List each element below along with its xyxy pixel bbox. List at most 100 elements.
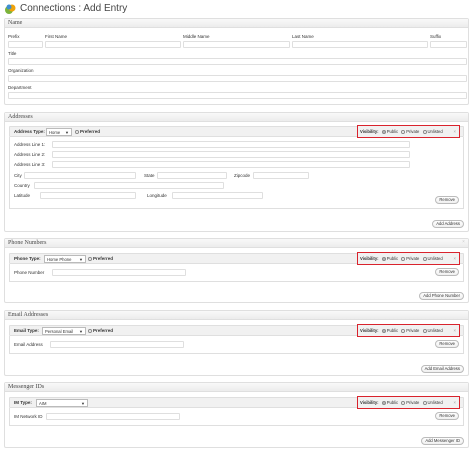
phone-type-select[interactable]: Home Phone ▼ xyxy=(44,255,86,263)
email-remove-button[interactable]: Remove xyxy=(435,340,459,348)
address-line2-input[interactable] xyxy=(52,151,410,158)
close-icon[interactable]: × xyxy=(454,129,456,134)
organization-label: Organization xyxy=(8,68,34,73)
visibility-public[interactable]: Public xyxy=(381,328,398,333)
address-line1-input[interactable] xyxy=(52,141,410,148)
visibility-label: Visibility: xyxy=(360,256,379,261)
email-type-bar: Email Type: Personal Email ▼ Preferred Vi… xyxy=(9,324,464,337)
close-icon[interactable]: × xyxy=(454,400,456,405)
visibility-private[interactable]: Private xyxy=(401,328,419,333)
preferred-radio[interactable] xyxy=(88,328,92,333)
prefix-input[interactable] xyxy=(8,41,43,48)
email-preferred[interactable]: Preferred xyxy=(88,328,113,333)
addresses-panel-heading: Addresses xyxy=(5,113,468,122)
suffix-input[interactable] xyxy=(430,41,467,48)
phone-number-label: Phone Number xyxy=(14,270,45,275)
add-email-address-button[interactable]: Add Email Address xyxy=(420,365,464,373)
chevron-down-icon: ▼ xyxy=(79,329,83,334)
country-label: Country xyxy=(14,183,30,188)
preferred-radio[interactable] xyxy=(75,129,79,134)
messenger-panel: Messenger IDs IM Type: AIM ▼ Visibility: … xyxy=(4,382,469,448)
last-name-input[interactable] xyxy=(292,41,428,48)
email-type-select[interactable]: Personal Email ▼ xyxy=(42,327,86,335)
im-type-select[interactable]: AIM ▼ xyxy=(36,399,88,407)
chevron-down-icon: ▼ xyxy=(79,257,83,262)
address-line3-input[interactable] xyxy=(52,161,410,168)
phone-number-input[interactable] xyxy=(52,269,186,276)
address-type-bar: Address Type: Home ▼ Preferred Visibility… xyxy=(9,125,464,138)
first-name-input[interactable] xyxy=(45,41,181,48)
prefix-label: Prefix xyxy=(8,34,20,39)
address-preferred[interactable]: Preferred xyxy=(75,129,100,134)
visibility-unlisted[interactable]: Unlisted xyxy=(422,400,443,405)
latitude-label: Latitude xyxy=(14,193,31,198)
connections-logo-icon xyxy=(5,4,16,14)
zipcode-label: Zipcode xyxy=(234,173,251,178)
city-label: City xyxy=(14,173,22,178)
address-remove-button[interactable]: Remove xyxy=(435,196,459,204)
email-panel-heading: Email Addresses xyxy=(5,311,468,320)
address-type-select[interactable]: Home ▼ xyxy=(46,128,72,136)
add-address-button[interactable]: Add Address xyxy=(432,220,464,228)
phone-fields: Phone Number Remove xyxy=(9,264,464,282)
first-name-label: First Name xyxy=(45,34,68,39)
email-type-value: Personal Email xyxy=(45,329,74,334)
close-icon[interactable]: × xyxy=(454,256,456,261)
visibility-public[interactable]: Public xyxy=(381,129,398,134)
close-icon[interactable]: × xyxy=(462,240,465,245)
address-line3-label: Address Line 3: xyxy=(14,162,46,167)
email-address-label: Email Address xyxy=(14,342,43,347)
zipcode-input[interactable] xyxy=(253,172,309,179)
preferred-radio[interactable] xyxy=(88,256,92,261)
name-panel-heading: Name xyxy=(5,19,468,28)
close-icon[interactable]: × xyxy=(454,328,456,333)
department-input[interactable] xyxy=(8,92,467,99)
visibility-unlisted[interactable]: Unlisted xyxy=(422,129,443,134)
messenger-panel-heading: Messenger IDs xyxy=(5,383,468,392)
addresses-panel: Addresses Address Type: Home ▼ Preferred … xyxy=(4,112,469,232)
visibility-unlisted[interactable]: Unlisted xyxy=(422,328,443,333)
longitude-input[interactable] xyxy=(172,192,263,199)
address-type-value: Home xyxy=(49,130,61,135)
email-address-input[interactable] xyxy=(50,341,184,348)
title-label: Title xyxy=(8,51,17,56)
visibility-label: Visibility: xyxy=(360,328,379,333)
visibility-public[interactable]: Public xyxy=(381,400,398,405)
address-line2-label: Address Line 2: xyxy=(14,152,46,157)
phone-type-value: Home Phone xyxy=(47,257,72,262)
visibility-private[interactable]: Private xyxy=(401,129,419,134)
state-input[interactable] xyxy=(157,172,227,179)
country-input[interactable] xyxy=(34,182,224,189)
chevron-down-icon: ▼ xyxy=(65,130,69,135)
organization-input[interactable] xyxy=(8,75,467,82)
phone-type-bar: Phone Type: Home Phone ▼ Preferred Visibi… xyxy=(9,252,464,265)
visibility-private[interactable]: Private xyxy=(401,400,419,405)
email-fields: Email Address Remove xyxy=(9,336,464,354)
im-remove-button[interactable]: Remove xyxy=(435,412,459,420)
latitude-input[interactable] xyxy=(40,192,136,199)
middle-name-input[interactable] xyxy=(183,41,290,48)
im-type-value: AIM xyxy=(39,401,47,406)
city-input[interactable] xyxy=(24,172,136,179)
visibility-private[interactable]: Private xyxy=(401,256,419,261)
email-panel: Email Addresses Email Type: Personal Ema… xyxy=(4,310,469,376)
visibility-unlisted[interactable]: Unlisted xyxy=(422,256,443,261)
page-title: Connections : Add Entry xyxy=(20,3,128,14)
email-type-label: Email Type: xyxy=(14,328,39,333)
phone-remove-button[interactable]: Remove xyxy=(435,268,459,276)
phone-preferred[interactable]: Preferred xyxy=(88,256,113,261)
phone-panel-heading: Phone Numbers × xyxy=(5,239,468,248)
address-line1-label: Address Line 1: xyxy=(14,142,46,147)
visibility-label: Visibility: xyxy=(360,129,379,134)
im-network-id-input[interactable] xyxy=(46,413,180,420)
department-label: Department xyxy=(8,85,32,90)
visibility-public[interactable]: Public xyxy=(381,256,398,261)
address-fields: Address Line 1: Address Line 2: Address … xyxy=(9,137,464,209)
im-type-label: IM Type: xyxy=(14,400,32,405)
suffix-label: Suffix xyxy=(430,34,442,39)
title-input[interactable] xyxy=(8,58,467,65)
phone-type-label: Phone Type: xyxy=(14,256,41,261)
add-phone-number-button[interactable]: Add Phone Number xyxy=(419,292,464,300)
name-panel: Name Prefix First Name Middle Name Last … xyxy=(4,18,469,105)
add-messenger-id-button[interactable]: Add Messenger ID xyxy=(421,437,464,445)
